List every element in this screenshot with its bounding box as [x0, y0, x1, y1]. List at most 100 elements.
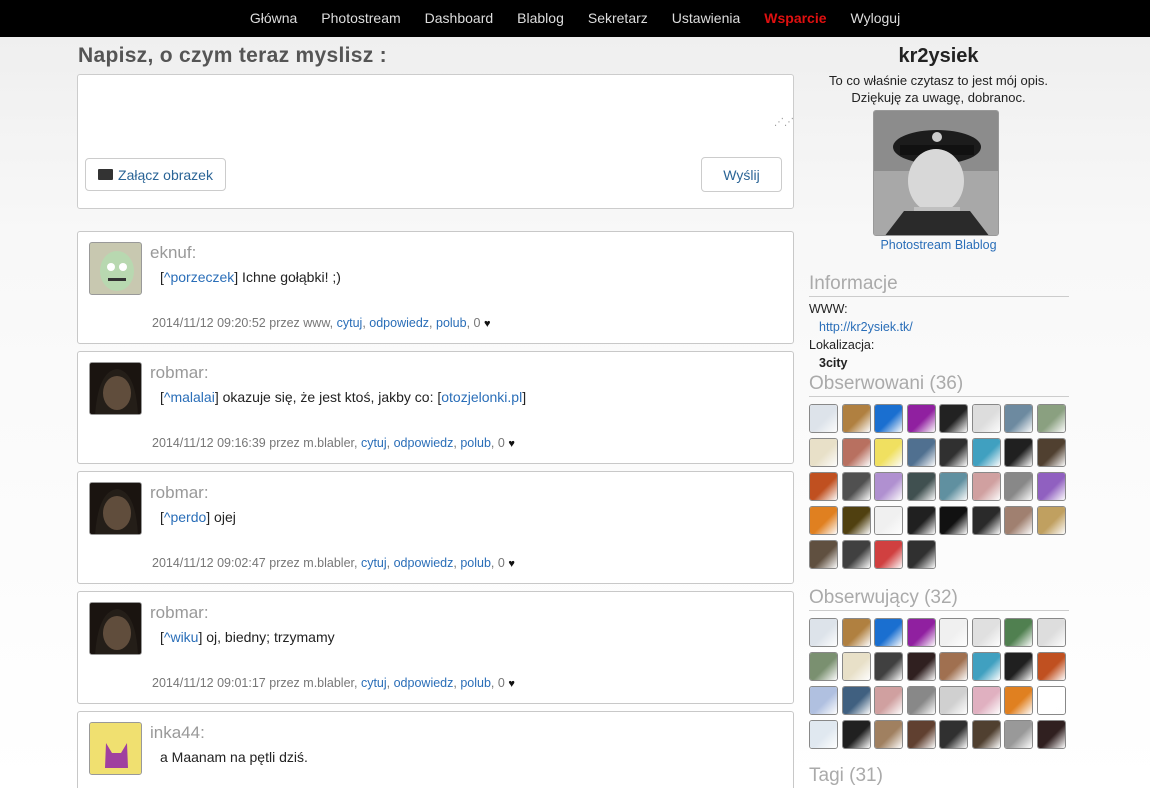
cytuj-link[interactable]: cytuj — [361, 436, 387, 450]
following-avatar[interactable] — [1036, 472, 1066, 501]
following-avatar[interactable] — [1004, 404, 1033, 433]
follower-avatar[interactable] — [841, 652, 871, 681]
following-avatar[interactable] — [906, 540, 936, 569]
follower-avatar[interactable] — [906, 720, 936, 749]
www-link[interactable]: http://kr2ysiek.tk/ — [819, 320, 913, 334]
follower-avatar[interactable] — [809, 686, 838, 715]
follower-avatar[interactable] — [971, 652, 1001, 681]
follower-avatar[interactable] — [1036, 720, 1066, 749]
follower-avatar[interactable] — [971, 720, 1001, 749]
following-avatar[interactable] — [809, 506, 838, 535]
following-avatar[interactable] — [906, 472, 936, 501]
avatar[interactable] — [89, 602, 142, 655]
following-avatar[interactable] — [906, 404, 936, 433]
follower-avatar[interactable] — [874, 686, 903, 715]
follower-avatar[interactable] — [1036, 652, 1066, 681]
follower-avatar[interactable] — [1004, 618, 1033, 647]
avatar[interactable] — [89, 482, 142, 535]
follower-avatar[interactable] — [1036, 686, 1066, 715]
follower-avatar[interactable] — [939, 720, 968, 749]
post-author[interactable]: inka44: — [150, 723, 205, 743]
following-avatar[interactable] — [874, 404, 903, 433]
polub-link[interactable]: polub — [460, 556, 491, 570]
cytuj-link[interactable]: cytuj — [337, 316, 363, 330]
follower-avatar[interactable] — [1036, 618, 1066, 647]
following-avatar[interactable] — [971, 472, 1001, 501]
following-avatar[interactable] — [841, 404, 871, 433]
avatar[interactable] — [89, 722, 142, 775]
cytuj-link[interactable]: cytuj — [361, 676, 387, 690]
resize-grip-icon[interactable]: ⋰⋰ — [774, 118, 794, 128]
following-avatar[interactable] — [841, 438, 871, 467]
nav-item-wsparcie[interactable]: Wsparcie — [752, 0, 838, 37]
nav-item-główna[interactable]: Główna — [238, 0, 309, 37]
follower-avatar[interactable] — [971, 686, 1001, 715]
following-avatar[interactable] — [809, 472, 838, 501]
following-avatar[interactable] — [971, 506, 1001, 535]
status-textarea[interactable] — [78, 75, 793, 135]
follower-avatar[interactable] — [809, 652, 838, 681]
follower-avatar[interactable] — [809, 618, 838, 647]
send-button[interactable]: Wyślij — [701, 157, 782, 192]
attach-image-button[interactable]: Załącz obrazek — [85, 158, 226, 191]
follower-avatar[interactable] — [939, 618, 968, 647]
reply-to-link[interactable]: ^malalai — [164, 389, 215, 405]
following-avatar[interactable] — [841, 506, 871, 535]
follower-avatar[interactable] — [939, 652, 968, 681]
following-avatar[interactable] — [874, 472, 903, 501]
follower-avatar[interactable] — [841, 686, 871, 715]
avatar[interactable] — [89, 362, 142, 415]
following-avatar[interactable] — [809, 404, 838, 433]
following-avatar[interactable] — [874, 438, 903, 467]
polub-link[interactable]: polub — [460, 436, 491, 450]
photostream-link[interactable]: Photostream — [880, 238, 951, 252]
following-avatar[interactable] — [939, 404, 968, 433]
follower-avatar[interactable] — [971, 618, 1001, 647]
follower-avatar[interactable] — [874, 720, 903, 749]
nav-item-dashboard[interactable]: Dashboard — [413, 0, 506, 37]
profile-photo[interactable] — [873, 110, 999, 236]
following-avatar[interactable] — [1036, 506, 1066, 535]
nav-item-blablog[interactable]: Blablog — [505, 0, 576, 37]
following-avatar[interactable] — [939, 438, 968, 467]
nav-item-photostream[interactable]: Photostream — [309, 0, 412, 37]
post-author[interactable]: robmar: — [150, 483, 209, 503]
odpowiedz-link[interactable]: odpowiedz — [394, 556, 454, 570]
follower-avatar[interactable] — [906, 652, 936, 681]
follower-avatar[interactable] — [939, 686, 968, 715]
following-avatar[interactable] — [939, 472, 968, 501]
nav-item-wyloguj[interactable]: Wyloguj — [839, 0, 913, 37]
following-avatar[interactable] — [841, 540, 871, 569]
following-avatar[interactable] — [1004, 506, 1033, 535]
follower-avatar[interactable] — [874, 618, 903, 647]
post-author[interactable]: eknuf: — [150, 243, 196, 263]
following-avatar[interactable] — [874, 506, 903, 535]
cytuj-link[interactable]: cytuj — [361, 556, 387, 570]
reply-to-link[interactable]: ^perdo — [164, 509, 206, 525]
nav-item-sekretarz[interactable]: Sekretarz — [576, 0, 660, 37]
nav-item-ustawienia[interactable]: Ustawienia — [660, 0, 752, 37]
follower-avatar[interactable] — [841, 618, 871, 647]
follower-avatar[interactable] — [841, 720, 871, 749]
follower-avatar[interactable] — [809, 720, 838, 749]
following-avatar[interactable] — [874, 540, 903, 569]
odpowiedz-link[interactable]: odpowiedz — [369, 316, 429, 330]
polub-link[interactable]: polub — [460, 676, 491, 690]
follower-avatar[interactable] — [906, 618, 936, 647]
following-avatar[interactable] — [971, 438, 1001, 467]
following-avatar[interactable] — [1036, 404, 1066, 433]
polub-link[interactable]: polub — [436, 316, 467, 330]
avatar[interactable] — [89, 242, 142, 295]
following-avatar[interactable] — [1036, 438, 1066, 467]
post-author[interactable]: robmar: — [150, 363, 209, 383]
post-link[interactable]: otozjelonki.pl — [441, 389, 522, 405]
follower-avatar[interactable] — [1004, 652, 1033, 681]
reply-to-link[interactable]: ^wiku — [164, 629, 199, 645]
following-avatar[interactable] — [809, 540, 838, 569]
odpowiedz-link[interactable]: odpowiedz — [394, 436, 454, 450]
following-avatar[interactable] — [939, 506, 968, 535]
follower-avatar[interactable] — [906, 686, 936, 715]
following-avatar[interactable] — [809, 438, 838, 467]
post-author[interactable]: robmar: — [150, 603, 209, 623]
follower-avatar[interactable] — [874, 652, 903, 681]
